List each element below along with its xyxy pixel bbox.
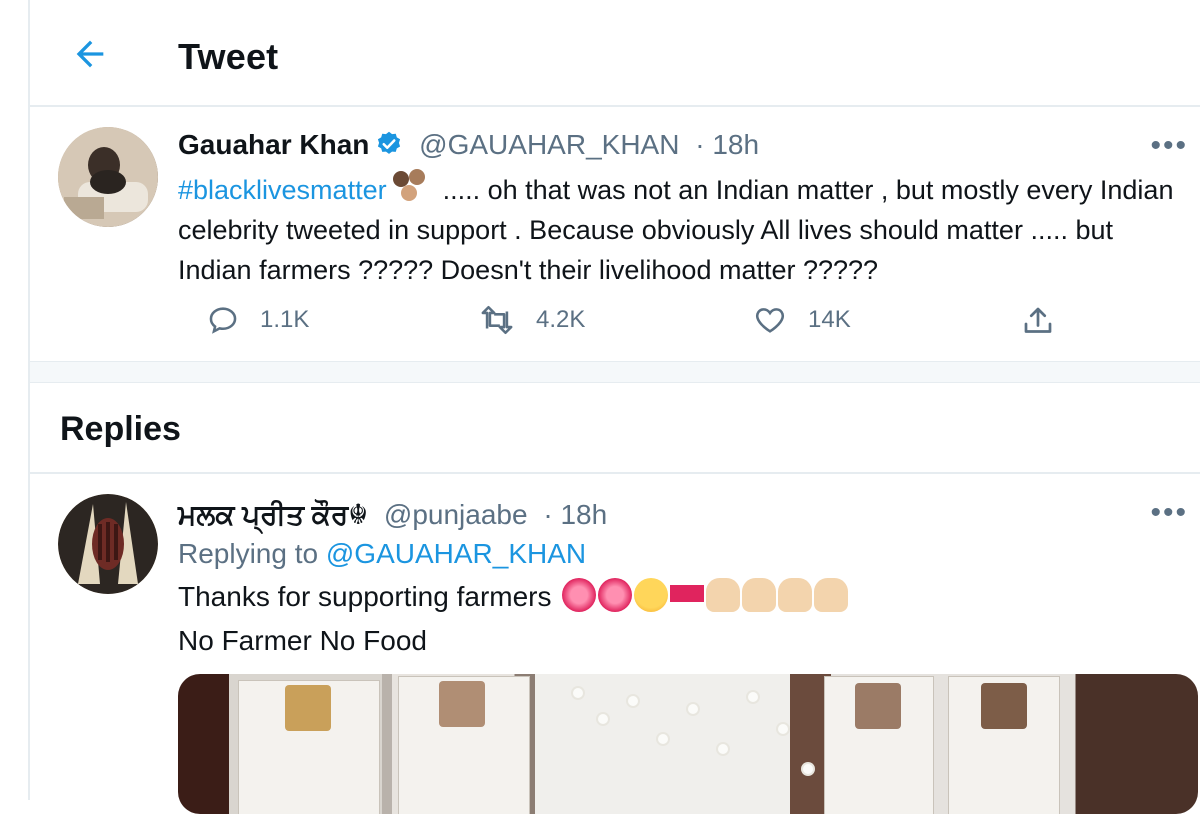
back-arrow-icon[interactable] bbox=[70, 34, 110, 74]
sparkling-heart-emoji-icon bbox=[561, 578, 596, 612]
folded-hands-emoji-icon bbox=[813, 578, 848, 612]
replies-heading: Replies bbox=[60, 410, 181, 448]
retweet-button[interactable]: 4.2K bbox=[478, 303, 585, 337]
flower-garland bbox=[573, 688, 583, 698]
hashtag-link[interactable]: #blacklivesmatter bbox=[178, 175, 387, 205]
avatar-photo-icon bbox=[58, 127, 158, 227]
author-handle[interactable]: @GAUAHAR_KHAN bbox=[419, 129, 679, 160]
like-button[interactable]: 14K bbox=[752, 303, 851, 337]
tweet-text: #blacklivesmatter..... oh that was not a… bbox=[178, 169, 1188, 290]
retweet-count: 4.2K bbox=[536, 306, 586, 333]
memorial-poster bbox=[398, 676, 530, 814]
reply-media-image[interactable] bbox=[178, 674, 1198, 814]
left-column-border bbox=[0, 0, 30, 800]
replying-to-line: Replying to @GAUAHAR_KHAN bbox=[178, 538, 586, 570]
reply-more-options-icon[interactable]: ••• bbox=[1150, 496, 1188, 530]
tweet-author-line: Gauahar Khan @GAUAHAR_KHAN · 18h bbox=[178, 129, 759, 165]
retweet-icon bbox=[481, 305, 513, 335]
flower-garland bbox=[628, 696, 638, 706]
memorial-poster bbox=[948, 676, 1060, 814]
page-title: Tweet bbox=[178, 36, 279, 77]
folded-hands-emoji-icon bbox=[705, 578, 740, 612]
page-header: Tweet bbox=[30, 0, 1200, 107]
flower-garland bbox=[688, 704, 698, 714]
flower-garland bbox=[718, 744, 728, 754]
reply-author-avatar[interactable] bbox=[58, 494, 158, 594]
smiling-face-emoji-icon bbox=[633, 578, 668, 612]
verified-badge-icon bbox=[375, 130, 403, 165]
like-count: 14K bbox=[808, 306, 851, 333]
reply-button[interactable]: 1.1K bbox=[206, 303, 309, 337]
folded-hands-emoji-icon bbox=[777, 578, 812, 612]
share-icon bbox=[1024, 307, 1052, 333]
memorial-poster bbox=[238, 680, 380, 814]
skin-tone-dots-emoji-icon bbox=[387, 169, 431, 205]
replying-prefix: Replying to bbox=[178, 538, 319, 569]
replying-to-link[interactable]: @GAUAHAR_KHAN bbox=[326, 538, 586, 569]
reply-line-2: No Farmer No Food bbox=[178, 625, 427, 656]
reply-time[interactable]: · 18h bbox=[543, 499, 607, 530]
reply-author-name[interactable]: ਮਲਕ ਪ੍ਰੀਤ ਕੌਰ☬ bbox=[178, 499, 368, 530]
replies-divider bbox=[30, 472, 1200, 474]
flower-garland bbox=[778, 724, 788, 734]
author-avatar[interactable] bbox=[58, 127, 158, 227]
reply-author-line: ਮਲਕ ਪ੍ਰੀਤ ਕੌਰ☬ @punjaabe · 18h bbox=[178, 498, 607, 532]
emoji-row bbox=[561, 578, 850, 622]
reply-icon bbox=[209, 307, 237, 334]
tweet-actions: 1.1K 4.2K 14K bbox=[178, 303, 1078, 343]
reply-text: Thanks for supporting farmers No Farmer … bbox=[178, 578, 850, 660]
reply-line-1: Thanks for supporting farmers bbox=[178, 581, 552, 612]
flower-garland bbox=[748, 692, 758, 702]
flower-garland bbox=[598, 714, 608, 724]
share-button[interactable] bbox=[1020, 303, 1076, 339]
folded-hands-emoji-icon bbox=[741, 578, 776, 612]
avatar-photo-icon bbox=[58, 494, 158, 594]
heart-icon bbox=[755, 308, 785, 333]
reply-count: 1.1K bbox=[260, 306, 310, 333]
more-options-icon[interactable]: ••• bbox=[1150, 129, 1188, 163]
flower-garland bbox=[658, 734, 668, 744]
flower-garland bbox=[803, 764, 813, 774]
memorial-poster bbox=[824, 676, 934, 814]
tweet-time[interactable]: · 18h bbox=[695, 129, 759, 160]
section-divider bbox=[30, 361, 1200, 383]
author-name[interactable]: Gauahar Khan bbox=[178, 129, 369, 160]
reply-author-handle[interactable]: @punjaabe bbox=[384, 499, 528, 530]
hundred-points-emoji-icon bbox=[669, 578, 704, 612]
main-tweet[interactable]: Gauahar Khan @GAUAHAR_KHAN · 18h ••• #bl… bbox=[30, 107, 1200, 361]
sparkling-heart-emoji-icon bbox=[597, 578, 632, 612]
